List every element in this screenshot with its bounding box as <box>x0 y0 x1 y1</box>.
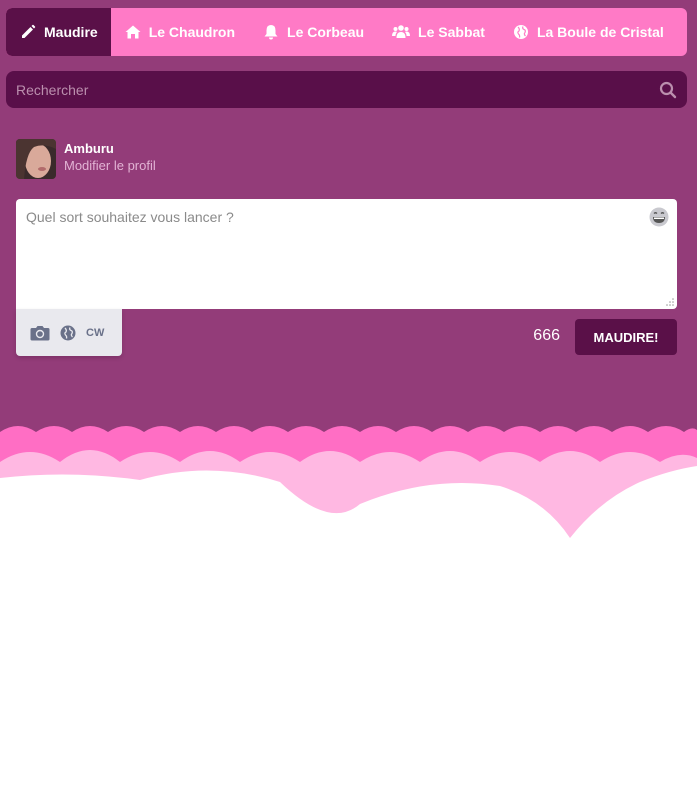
scalloped-border-decoration <box>0 426 697 550</box>
globe-icon <box>60 325 76 340</box>
main-navigation: Maudire Le Chaudron Le Corbeau Le Sabbat… <box>6 8 687 56</box>
camera-icon <box>30 325 50 340</box>
cw-label: CW <box>86 326 105 339</box>
profile-name[interactable]: Amburu <box>64 141 156 157</box>
nav-label-la-boule-de-cristal: La Boule de Cristal <box>536 24 664 40</box>
search-bar <box>6 71 687 108</box>
nav-label-le-corbeau: Le Corbeau <box>287 24 365 40</box>
bell-icon <box>264 25 278 40</box>
content-warning-button[interactable]: CW <box>86 327 104 339</box>
avatar-image <box>16 139 56 179</box>
pencil-icon <box>22 24 36 38</box>
resize-grip-icon[interactable] <box>666 298 674 306</box>
nav-label-le-sabbat: Le Sabbat <box>418 24 485 40</box>
hamburger-menu-button[interactable] <box>678 8 687 56</box>
nav-item-le-chaudron[interactable]: Le Chaudron <box>111 8 249 56</box>
visibility-button[interactable] <box>60 325 76 341</box>
nav-item-le-corbeau[interactable]: Le Corbeau <box>249 8 378 56</box>
submit-button[interactable]: Maudire! <box>575 319 677 355</box>
media-upload-button[interactable] <box>30 325 50 341</box>
avatar[interactable] <box>16 139 56 179</box>
user-profile: Amburu Modifier le profil <box>16 139 156 179</box>
search-input[interactable] <box>6 71 659 108</box>
globe-icon <box>513 25 528 39</box>
nav-label-maudire: Maudire <box>44 24 98 40</box>
nav-item-le-sabbat[interactable]: Le Sabbat <box>378 8 499 56</box>
nav-item-la-boule-de-cristal[interactable]: La Boule de Cristal <box>499 8 678 56</box>
nav-label-le-chaudron: Le Chaudron <box>148 24 236 40</box>
nav-item-maudire[interactable]: Maudire <box>6 8 111 56</box>
emoji-icon[interactable] <box>649 207 669 227</box>
users-icon <box>392 25 411 38</box>
search-icon[interactable] <box>659 81 677 99</box>
compose-textarea[interactable] <box>16 199 677 309</box>
compose-tools: CW <box>16 309 122 356</box>
home-icon <box>125 25 141 39</box>
compose-box <box>16 199 677 309</box>
character-counter: 666 <box>533 327 560 344</box>
edit-profile-link[interactable]: Modifier le profil <box>64 157 156 175</box>
